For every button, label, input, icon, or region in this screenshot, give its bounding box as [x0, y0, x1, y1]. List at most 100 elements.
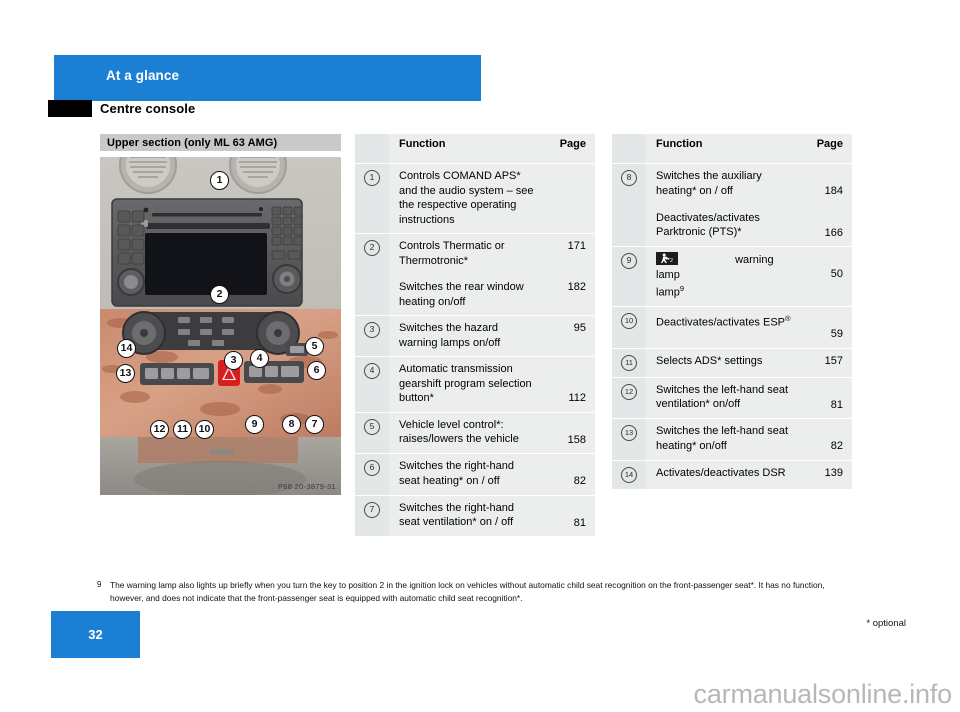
- page-value: 166: [824, 226, 843, 239]
- row-index-cell: 10: [612, 306, 646, 349]
- table-header-row: Function Page: [355, 134, 595, 164]
- row-function-cell: Deactivates/activates ESP®: [646, 306, 798, 349]
- callout-14: 14: [117, 339, 136, 358]
- table-subrow: Switches the rear window heating on/off …: [355, 274, 595, 316]
- callout-1: 1: [210, 171, 229, 190]
- callout-7: 7: [305, 415, 324, 434]
- table-row: 10 Deactivates/activates ESP® 59: [612, 306, 852, 349]
- watermark: carmanualsonline.info: [693, 679, 953, 709]
- row-page-cell: 139: [798, 459, 852, 489]
- row-index-cell: 13: [612, 418, 646, 461]
- row-page-cell: 95: [541, 315, 595, 357]
- header-cell-function: Function: [646, 134, 798, 164]
- callout-number: 4: [364, 363, 380, 379]
- callout-number: 2: [364, 240, 380, 256]
- row-index-cell: [355, 274, 389, 316]
- row-page-cell: 50: [798, 245, 852, 307]
- svg-text:2: 2: [670, 258, 673, 264]
- callout-number: 3: [364, 322, 380, 338]
- row-function-cell: Selects ADS* settings: [646, 347, 798, 378]
- table-subrow: Deactivates/activates Parktronic (PTS)* …: [612, 204, 852, 247]
- table-row: 5 Vehicle level control*: raises/lowers …: [355, 411, 595, 454]
- callout-13: 13: [116, 364, 135, 383]
- callout-11: 11: [173, 420, 192, 439]
- row-index-cell: 8: [612, 163, 646, 205]
- row-index-cell: 9: [612, 245, 646, 307]
- row-index-cell: 4: [355, 356, 389, 412]
- figure-photo-code: P68 20-3879-31: [278, 482, 336, 491]
- callout-12: 12: [150, 420, 169, 439]
- page-value: 158: [567, 433, 586, 446]
- page-value: 59: [830, 328, 843, 341]
- callout-number: 11: [621, 354, 637, 371]
- row-index-cell: 11: [612, 347, 646, 378]
- callout-5: 5: [305, 337, 324, 356]
- row-function-cell: Switches the left-hand seat heating* on/…: [646, 418, 798, 461]
- function-text: Deactivates/activates ESP: [656, 316, 786, 329]
- row-index-cell: [612, 204, 646, 247]
- row-index-cell: 2: [355, 233, 389, 274]
- row-function-cell: Controls COMAND APS* and the audio syste…: [389, 163, 541, 234]
- table-row: 6 Switches the right-hand seat heating* …: [355, 453, 595, 495]
- page-title: Centre console: [100, 101, 196, 116]
- row-function-cell: Switches the right-hand seat heating* on…: [389, 453, 541, 495]
- header-cell-page: Page: [798, 134, 852, 164]
- callout-number: 13: [621, 425, 637, 442]
- header-cell-function: Function: [389, 134, 541, 164]
- page-value: 112: [568, 392, 586, 404]
- table-header-row: Function Page: [612, 134, 852, 164]
- row-index-cell: 3: [355, 315, 389, 357]
- footnote-ref: 9: [679, 284, 685, 293]
- function-table-left: Function Page 1 Controls COMAND APS* and…: [355, 134, 595, 536]
- table-row: 8 Switches the auxiliary heating* on / o…: [612, 163, 852, 205]
- row-function-cell: Switches the auxiliary heating* on / off: [646, 163, 798, 205]
- optional-note: * optional: [866, 618, 906, 629]
- callout-number: 7: [364, 501, 380, 518]
- callout-number: 12: [621, 383, 637, 400]
- row-index-cell: 12: [612, 376, 646, 419]
- row-page-cell: 82: [541, 453, 595, 495]
- row-function-cell: Switches the rear window heating on/off: [389, 274, 541, 316]
- page-value: 81: [830, 398, 843, 411]
- table-row: 3 Switches the hazard warning lamps on/o…: [355, 315, 595, 357]
- row-page-cell: 59: [798, 306, 852, 349]
- callout-number: 9: [621, 253, 637, 269]
- page-value: 82: [573, 475, 586, 487]
- registered-mark: ®: [785, 314, 791, 324]
- row-page-cell: 158: [541, 411, 595, 454]
- row-page-cell: 157: [798, 347, 852, 378]
- row-function-cell: Vehicle level control*: raises/lowers th…: [389, 411, 541, 454]
- row-page-cell: [541, 163, 595, 234]
- table-row: 14 Activates/deactivates DSR 139: [612, 459, 852, 489]
- section-tab-marker: [48, 100, 92, 117]
- header-cell-page: Page: [541, 134, 595, 164]
- centre-console-photo: 1 2 3 4 5 6 7 8 9 10 11 12 13 14 P68 20-…: [100, 157, 341, 495]
- footnote-text: The warning lamp also lights up briefly …: [110, 580, 825, 603]
- table-row: 1 Controls COMAND APS* and the audio sys…: [355, 163, 595, 234]
- footnote: 9 The warning lamp also lights up briefl…: [97, 579, 857, 604]
- row-function-cell: Automatic transmission gearshift program…: [389, 356, 541, 412]
- callout-10: 10: [195, 420, 214, 439]
- row-index-cell: 1: [355, 163, 389, 234]
- callout-6: 6: [307, 361, 326, 380]
- row-page-cell: 112: [541, 356, 595, 412]
- row-page-cell: 82: [798, 418, 852, 461]
- row-function-cell: Switches the right-hand seat ventilation…: [389, 494, 541, 536]
- header-cell-index: [612, 134, 646, 164]
- function-table-right: Function Page 8 Switches the auxiliary h…: [612, 134, 852, 489]
- callout-number: 5: [364, 418, 380, 435]
- row-function-cell: Activates/deactivates DSR: [646, 459, 798, 489]
- callout-number: 1: [364, 170, 380, 186]
- row-index-cell: 5: [355, 411, 389, 454]
- row-function-cell: Switches the left-hand seat ventilation*…: [646, 376, 798, 419]
- chapter-banner: At a glance: [54, 55, 481, 101]
- callout-3: 3: [224, 351, 243, 370]
- callout-8: 8: [282, 415, 301, 434]
- row-page-cell: 166: [798, 204, 852, 247]
- row-page-cell: 182: [541, 274, 595, 316]
- callout-4: 4: [250, 349, 269, 368]
- callout-number: 14: [621, 466, 637, 483]
- callout-2: 2: [210, 285, 229, 304]
- table-row: 11 Selects ADS* settings 157: [612, 347, 852, 378]
- row-page-cell: 81: [541, 494, 595, 536]
